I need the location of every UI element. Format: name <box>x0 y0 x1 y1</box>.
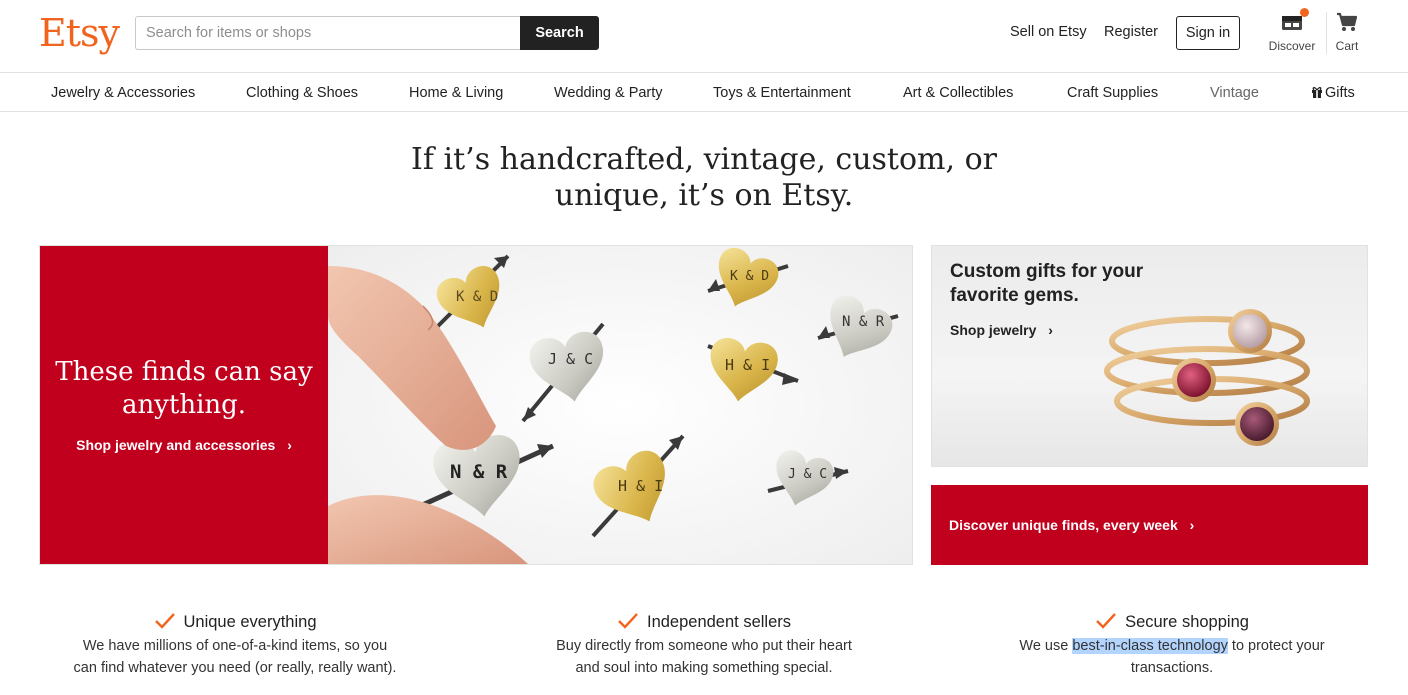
category-vintage[interactable]: Vintage <box>1210 85 1259 101</box>
register-link[interactable]: Register <box>1104 24 1158 40</box>
search-button[interactable]: Search <box>520 16 599 50</box>
heart-pins-photo: K & D J & C N & R H & I N & R H & I K & … <box>328 246 912 564</box>
category-art-collectibles[interactable]: Art & Collectibles <box>903 85 1013 101</box>
value-prop-title: Secure shopping <box>982 611 1362 633</box>
cart-button[interactable]: Cart <box>1330 12 1364 53</box>
category-gifts[interactable]: Gifts <box>1311 85 1355 101</box>
value-prop-secure: Secure shopping We use best-in-class tec… <box>982 611 1362 679</box>
sell-on-etsy-link[interactable]: Sell on Etsy <box>1010 24 1087 40</box>
value-prop-title: Unique everything <box>45 611 425 633</box>
checkmark-icon <box>618 613 638 629</box>
category-toys-entertainment[interactable]: Toys & Entertainment <box>713 85 851 101</box>
feature-title: These finds can say anything. <box>40 356 328 422</box>
notification-dot <box>1300 8 1309 17</box>
discover-weekly-label: Discover unique finds, every week <box>949 517 1178 533</box>
checkmark-icon <box>154 613 175 629</box>
selected-text-highlight: best-in-class technology <box>1072 638 1228 654</box>
feature-panel: These finds can say anything. Shop jewel… <box>40 246 328 564</box>
discover-weekly-link[interactable]: Discover unique finds, every week › <box>949 517 1194 533</box>
cart-icon <box>1337 12 1358 31</box>
shop-jewelry-accessories-link[interactable]: Shop jewelry and accessories › <box>40 437 328 453</box>
category-home-living[interactable]: Home & Living <box>409 85 503 101</box>
chevron-right-icon: › <box>1189 517 1195 533</box>
value-prop-text: We have millions of one-of-a-kind items,… <box>73 638 397 676</box>
value-prop-text: We use best-in-class technology to prote… <box>1019 638 1325 676</box>
svg-text:N & R: N & R <box>450 461 508 483</box>
category-clothing-shoes[interactable]: Clothing & Shoes <box>246 85 358 101</box>
svg-text:J & C: J & C <box>788 467 827 482</box>
sign-in-button[interactable]: Sign in <box>1176 16 1240 50</box>
cart-label: Cart <box>1335 39 1359 53</box>
featured-jewelry-tile[interactable]: These finds can say anything. Shop jewel… <box>39 245 913 565</box>
heart-pins-illustration: K & D J & C N & R H & I N & R H & I K & … <box>328 246 912 564</box>
chevron-right-icon: › <box>287 437 292 453</box>
value-prop-unique: Unique everything We have millions of on… <box>45 611 425 679</box>
discover-label: Discover <box>1268 39 1316 53</box>
shop-jewelry-label: Shop jewelry <box>950 322 1037 338</box>
hero-headline-line2: unique, it’s on Etsy. <box>554 178 854 213</box>
svg-text:H & I: H & I <box>725 356 770 374</box>
shop-jewelry-link[interactable]: Shop jewelry › <box>950 322 1053 338</box>
checkmark-icon <box>1096 613 1116 629</box>
category-nav: Jewelry & Accessories Clothing & Shoes H… <box>0 74 1408 112</box>
gift-icon <box>1312 87 1322 98</box>
search-bar: Search <box>135 16 599 50</box>
svg-text:H & I: H & I <box>618 477 663 495</box>
svg-text:K & D: K & D <box>730 269 769 284</box>
site-header: Etsy Search Sell on Etsy Register Sign i… <box>0 0 1408 73</box>
gift-tile-title: Custom gifts for your favorite gems. <box>950 260 1190 308</box>
value-prop-sellers: Independent sellers Buy directly from so… <box>514 611 894 679</box>
hero-headline: If it’s handcrafted, vintage, custom, or… <box>0 142 1408 214</box>
shop-jewelry-accessories-label: Shop jewelry and accessories <box>76 437 276 453</box>
feature-title-line1: These finds can say <box>55 357 313 387</box>
value-prop-title: Independent sellers <box>514 611 894 633</box>
hero-headline-line1: If it’s handcrafted, vintage, custom, or <box>411 142 997 177</box>
category-craft-supplies[interactable]: Craft Supplies <box>1067 85 1158 101</box>
svg-text:K & D: K & D <box>456 289 498 305</box>
search-input[interactable] <box>135 16 521 50</box>
svg-text:J & C: J & C <box>548 350 593 368</box>
discover-weekly-tile[interactable]: Discover unique finds, every week › <box>931 485 1368 565</box>
gift-tile-title-line2: favorite gems. <box>950 285 1079 306</box>
feature-title-line2: anything. <box>121 390 247 420</box>
custom-gifts-tile[interactable]: Custom gifts for your favorite gems. Sho… <box>931 245 1368 467</box>
etsy-logo[interactable]: Etsy <box>39 11 120 55</box>
header-divider <box>1326 12 1327 54</box>
chevron-right-icon: › <box>1048 322 1053 338</box>
svg-text:N & R: N & R <box>842 314 885 330</box>
value-prop-text: Buy directly from someone who put their … <box>556 638 852 676</box>
category-jewelry-accessories[interactable]: Jewelry & Accessories <box>51 85 195 101</box>
category-gifts-label: Gifts <box>1325 85 1355 101</box>
gift-tile-title-line1: Custom gifts for your <box>950 261 1144 282</box>
category-wedding-party[interactable]: Wedding & Party <box>554 85 663 101</box>
discover-button[interactable]: Discover <box>1264 8 1320 53</box>
